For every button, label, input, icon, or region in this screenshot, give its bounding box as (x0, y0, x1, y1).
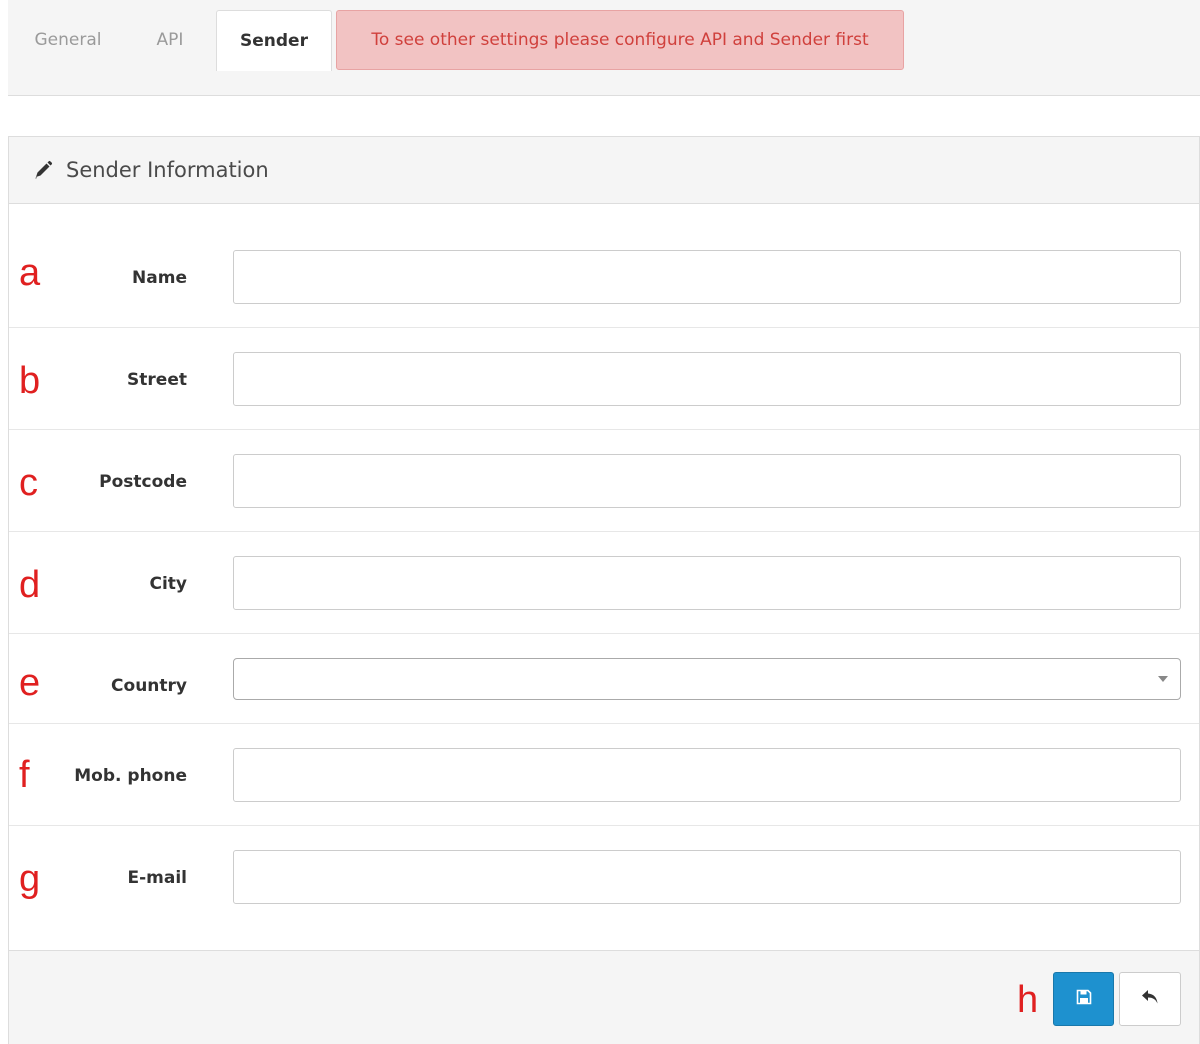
alert-text: To see other settings please configure A… (371, 30, 869, 50)
street-input[interactable] (233, 352, 1181, 406)
annotation-letter: f (19, 754, 30, 796)
chevron-down-icon (1158, 676, 1168, 682)
tab-label: General (34, 30, 102, 50)
panel-heading: Sender Information (9, 137, 1199, 204)
form-row-street: b Street (9, 328, 1199, 430)
city-label: City (149, 574, 187, 594)
name-label: Name (132, 268, 187, 288)
annotation-letter: d (19, 564, 41, 606)
panel-title: Sender Information (66, 158, 269, 182)
config-alert: To see other settings please configure A… (336, 10, 904, 70)
floppy-disk-icon (1076, 989, 1092, 1009)
save-button[interactable] (1053, 972, 1114, 1026)
street-label: Street (127, 370, 187, 390)
tab-label: API (156, 30, 184, 50)
tab-bar: General API Sender To see other settings… (8, 0, 1200, 96)
mobile-phone-input[interactable] (233, 748, 1181, 802)
form-row-city: d City (9, 532, 1199, 634)
tab-api[interactable]: API (132, 10, 208, 70)
annotation-letter: g (19, 858, 41, 900)
annotation-letter: a (19, 252, 41, 294)
annotation-letter: b (19, 360, 41, 402)
country-label: Country (111, 676, 187, 696)
postcode-input[interactable] (233, 454, 1181, 508)
form-row-postcode: c Postcode (9, 430, 1199, 532)
annotation-letter: e (19, 662, 41, 704)
form-row-country: e Country (9, 634, 1199, 724)
annotation-letter: c (19, 462, 38, 504)
postcode-label: Postcode (99, 472, 187, 492)
form-row-email: g E-mail (9, 826, 1199, 950)
email-input[interactable] (233, 850, 1181, 904)
tab-sender[interactable]: Sender (216, 10, 332, 71)
sender-panel: Sender Information a Name b Street c Pos… (8, 136, 1200, 1044)
reply-arrow-icon (1140, 988, 1160, 1010)
form-row-name: a Name (9, 204, 1199, 328)
tab-label: Sender (240, 31, 308, 51)
form-row-mobile-phone: f Mob. phone (9, 724, 1199, 826)
back-button[interactable] (1119, 972, 1181, 1026)
mobile-phone-label: Mob. phone (74, 766, 187, 786)
country-select[interactable] (233, 658, 1181, 700)
pencil-icon (33, 160, 53, 180)
city-input[interactable] (233, 556, 1181, 610)
name-input[interactable] (233, 250, 1181, 304)
panel-footer: h (9, 950, 1199, 1044)
page: General API Sender To see other settings… (0, 0, 1200, 1044)
email-label: E-mail (127, 868, 187, 888)
tab-general[interactable]: General (16, 10, 120, 70)
annotation-letter: h (1017, 979, 1039, 1021)
